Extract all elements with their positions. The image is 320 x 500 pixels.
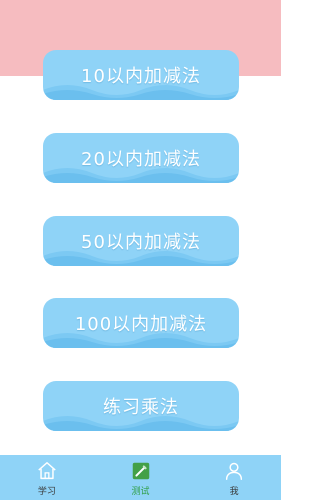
tab-test[interactable]: 测试 <box>94 455 188 500</box>
pencil-notebook-icon <box>132 462 149 480</box>
person-icon <box>226 462 243 480</box>
tab-label: 测试 <box>131 487 150 497</box>
within-100-add-subtract-button[interactable]: 100以内加减法 <box>43 298 239 348</box>
home-icon <box>38 462 56 480</box>
practice-multiplication-button[interactable]: 练习乘法 <box>43 381 239 431</box>
menu-item-label: 100以内加减法 <box>74 314 208 335</box>
within-10-add-subtract-button[interactable]: 10以内加减法 <box>43 50 239 100</box>
tab-me[interactable]: 我 <box>187 455 281 500</box>
tab-study[interactable]: 学习 <box>0 455 94 500</box>
tab-label: 学习 <box>37 487 56 497</box>
within-20-add-subtract-button[interactable]: 20以内加减法 <box>43 133 239 183</box>
tab-label: 我 <box>229 487 239 497</box>
bottom-tab-bar: 学习 测试 我 <box>0 455 281 500</box>
within-50-add-subtract-button[interactable]: 50以内加减法 <box>43 216 239 266</box>
menu-item-label: 练习乘法 <box>103 397 179 418</box>
menu-item-label: 50以内加减法 <box>81 232 201 253</box>
menu-item-label: 10以内加减法 <box>81 66 201 87</box>
menu-item-label: 20以内加减法 <box>81 149 201 170</box>
exercise-menu: 10以内加减法 20以内加减法 50以内加减法 100以内加减法 练习乘法 <box>0 0 281 455</box>
